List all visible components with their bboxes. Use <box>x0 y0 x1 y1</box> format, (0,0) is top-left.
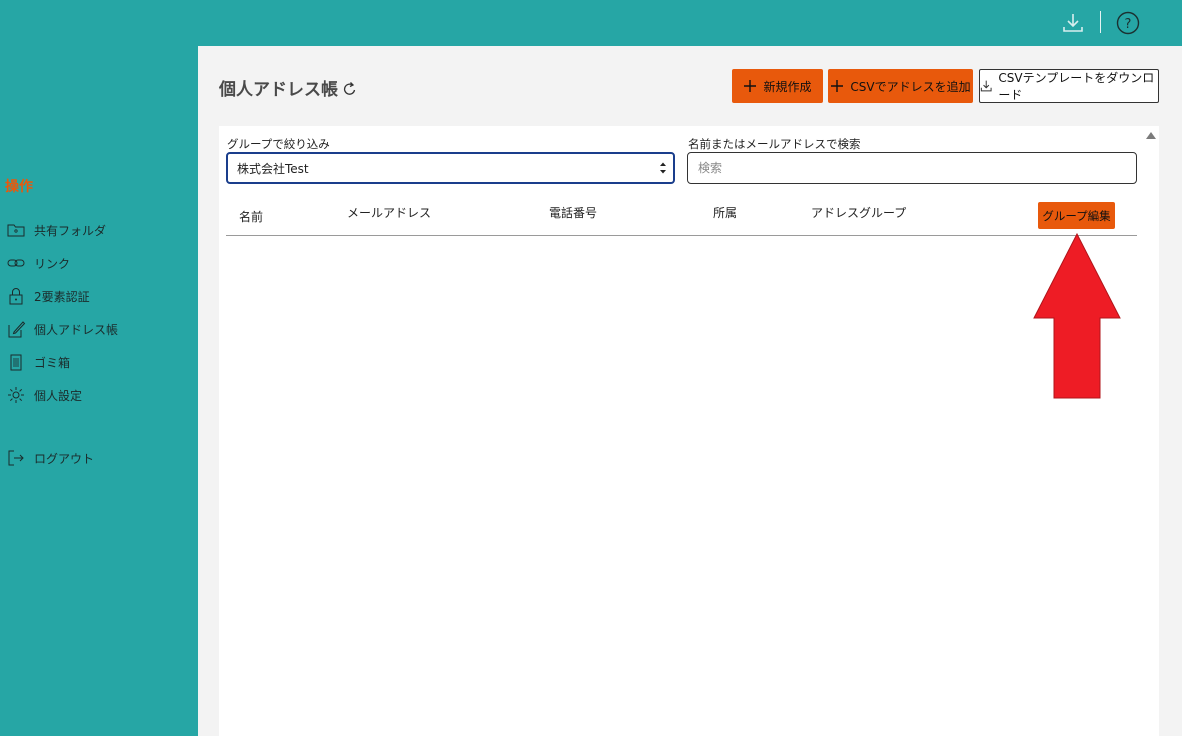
column-header-email[interactable]: メールアドレス <box>347 204 431 221</box>
column-header-address-group[interactable]: アドレスグループ <box>811 204 906 221</box>
group-edit-button[interactable]: グループ編集 <box>1038 202 1115 229</box>
help-circle-icon[interactable]: ? <box>1115 10 1141 36</box>
plus-icon <box>744 80 757 92</box>
refresh-icon[interactable] <box>342 81 358 97</box>
download-icon <box>980 80 992 92</box>
folder-icon <box>7 224 25 237</box>
csv-add-button-label: CSVでアドレスを追加 <box>850 79 971 94</box>
trash-icon <box>10 354 22 371</box>
top-bar <box>0 0 1182 46</box>
sidebar-item-link[interactable]: リンク <box>6 253 70 273</box>
search-input[interactable] <box>687 152 1137 184</box>
plus-icon <box>831 80 844 92</box>
sidebar-item-two-factor[interactable]: 2要素認証 <box>6 286 90 306</box>
link-icon <box>7 259 25 267</box>
table-header-divider <box>226 235 1137 236</box>
csv-add-button[interactable]: CSVでアドレスを追加 <box>828 69 973 103</box>
group-filter-label: グループで絞り込み <box>227 137 330 151</box>
new-button-label: 新規作成 <box>763 79 812 94</box>
csv-template-button-label: CSVテンプレートをダウンロード <box>998 71 1155 102</box>
gear-icon <box>8 387 24 403</box>
sidebar-item-address-book[interactable]: 個人アドレス帳 <box>6 319 118 339</box>
group-filter-value: 株式会社Test <box>237 161 309 176</box>
page-title: 個人アドレス帳 <box>219 75 358 100</box>
sidebar-item-label: 個人設定 <box>34 388 83 403</box>
lock-icon <box>9 288 23 305</box>
sidebar-item-label: 2要素認証 <box>34 289 90 304</box>
annotation-arrow-icon <box>1033 232 1121 399</box>
search-label: 名前またはメールアドレスで検索 <box>688 137 861 151</box>
sidebar-item-label: 個人アドレス帳 <box>34 322 119 337</box>
sidebar-item-settings[interactable]: 個人設定 <box>6 385 82 405</box>
column-header-name[interactable]: 名前 <box>239 208 263 225</box>
svg-text:?: ? <box>1125 17 1132 32</box>
sidebar-item-trash[interactable]: ゴミ箱 <box>6 352 70 372</box>
column-header-affiliation[interactable]: 所属 <box>713 204 737 221</box>
sidebar-item-logout[interactable]: ログアウト <box>6 448 94 468</box>
download-icon[interactable] <box>1060 10 1086 36</box>
page-title-text: 個人アドレス帳 <box>219 80 338 100</box>
scroll-up-arrow-icon[interactable] <box>1146 132 1156 139</box>
sidebar-section-title: 操作 <box>5 179 33 195</box>
sidebar-item-label: ログアウト <box>34 451 95 466</box>
edit-icon <box>8 321 26 338</box>
sidebar-item-label: ゴミ箱 <box>34 355 71 370</box>
csv-template-download-button[interactable]: CSVテンプレートをダウンロード <box>979 69 1159 103</box>
new-button[interactable]: 新規作成 <box>732 69 823 103</box>
sidebar-item-label: リンク <box>34 256 71 271</box>
sidebar-item-label: 共有フォルダ <box>34 223 107 238</box>
sidebar-item-shared-folder[interactable]: 共有フォルダ <box>6 220 106 240</box>
header-divider <box>1100 11 1101 33</box>
select-arrows-icon <box>660 162 666 174</box>
column-header-phone[interactable]: 電話番号 <box>549 204 597 221</box>
group-filter-select[interactable]: 株式会社Test <box>226 152 675 184</box>
logout-icon <box>8 450 24 466</box>
